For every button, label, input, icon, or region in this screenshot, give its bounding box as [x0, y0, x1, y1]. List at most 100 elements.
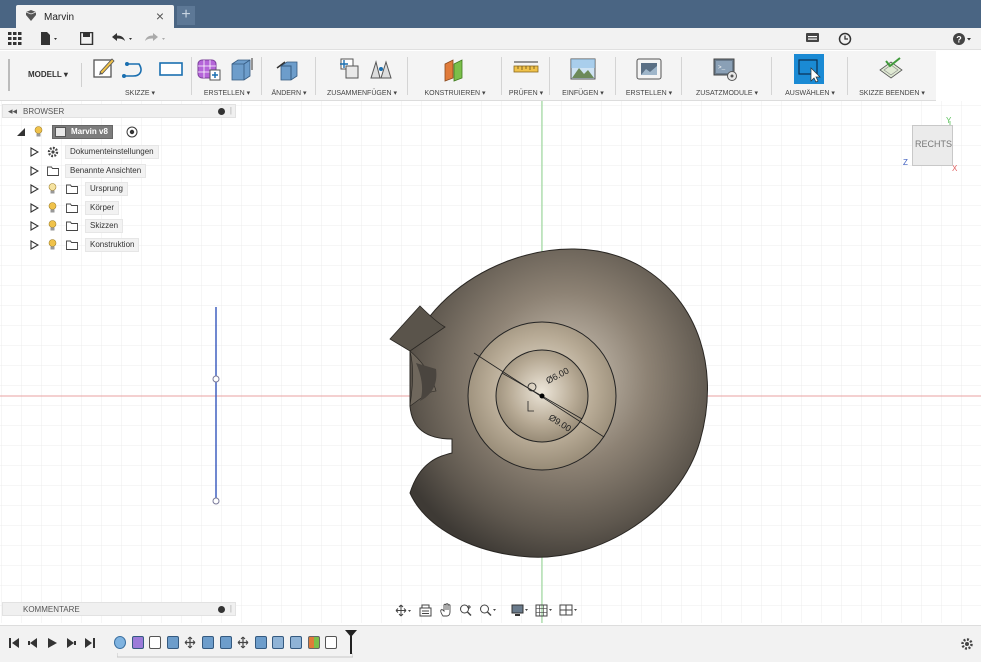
comments-add-icon[interactable] — [218, 606, 225, 613]
timeline-start-icon[interactable] — [8, 637, 20, 649]
lightbulb-icon[interactable] — [48, 183, 57, 195]
display-settings-icon[interactable] — [511, 604, 531, 617]
collapse-browser-icon[interactable]: ◂◂ — [8, 106, 17, 117]
render-icon[interactable] — [636, 56, 662, 82]
create-sketch-icon[interactable] — [92, 56, 116, 80]
timeline-feature-revolve-icon[interactable] — [290, 636, 302, 649]
ribbon-grip[interactable] — [8, 59, 10, 91]
save-icon[interactable] — [80, 32, 94, 45]
browser-header[interactable]: ◂◂ BROWSER | — [2, 104, 236, 118]
job-status-icon[interactable] — [806, 33, 820, 45]
timeline-feature-move-icon[interactable] — [184, 636, 196, 649]
browser-item-label[interactable]: Skizzen — [85, 219, 124, 233]
timeline-feature-extrude-icon[interactable] — [219, 636, 232, 649]
rectangle-sketch-icon[interactable] — [158, 56, 184, 80]
timeline-play-icon[interactable] — [46, 637, 58, 649]
timeline-feature-form-icon[interactable] — [131, 636, 144, 649]
line-sketch-icon[interactable] — [121, 56, 147, 80]
browser-item-label[interactable]: Dokumenteinstellungen — [65, 145, 159, 159]
insert-image-icon[interactable] — [570, 56, 596, 82]
browser-item[interactable]: Benannte Ansichten — [30, 163, 180, 178]
comments-resize-handle[interactable]: | — [230, 604, 232, 613]
joint-icon[interactable] — [368, 56, 394, 82]
group-finish-sketch[interactable]: SKIZZE BEENDEN ▾ — [848, 51, 936, 101]
zoom-icon[interactable] — [459, 603, 473, 617]
timeline-marker[interactable] — [344, 629, 358, 655]
timeline-feature-plane-icon[interactable] — [307, 636, 320, 649]
group-create[interactable]: ERSTELLEN ▾ — [192, 51, 262, 101]
browser-item[interactable]: Skizzen — [30, 219, 180, 233]
browser-item[interactable]: Körper — [30, 200, 180, 215]
lightbulb-icon[interactable] — [34, 126, 43, 138]
group-modify[interactable]: ÄNDERN ▾ — [262, 51, 316, 101]
timeline-feature-move-icon[interactable] — [237, 636, 249, 649]
browser-item-label[interactable]: Körper — [85, 200, 120, 215]
expand-arrow-icon[interactable] — [30, 202, 39, 213]
timeline-feature-sketch-icon[interactable] — [149, 636, 162, 649]
activate-radio-icon[interactable] — [126, 126, 138, 138]
apps-grid-icon[interactable] — [8, 32, 22, 45]
document-tab[interactable]: Marvin × — [16, 5, 174, 28]
group-addins[interactable]: >_ ZUSATZMODULE ▾ — [682, 51, 772, 101]
expand-arrow-icon[interactable] — [30, 221, 39, 231]
expand-arrow-icon[interactable] — [30, 239, 39, 250]
group-select[interactable]: AUSWÄHLEN ▾ — [772, 51, 848, 101]
group-construct[interactable]: KONSTRUIEREN ▾ — [408, 51, 502, 101]
new-tab-button[interactable]: + — [177, 6, 195, 25]
browser-item[interactable]: Ursprung — [30, 182, 180, 196]
timeline-settings-icon[interactable] — [960, 637, 974, 651]
clock-icon[interactable] — [838, 32, 852, 46]
browser-item-label[interactable]: Konstruktion — [85, 237, 140, 252]
timeline-end-icon[interactable] — [84, 637, 96, 649]
group-assemble[interactable]: ZUSAMMENFÜGEN ▾ — [316, 51, 408, 101]
group-insert[interactable]: EINFÜGEN ▾ — [550, 51, 616, 101]
sketch-point[interactable] — [212, 375, 220, 383]
timeline-feature-extrude-icon[interactable] — [166, 636, 179, 649]
file-icon[interactable] — [40, 32, 60, 45]
scripts-addins-icon[interactable]: >_ — [712, 56, 738, 82]
measure-icon[interactable] — [513, 56, 539, 82]
press-pull-icon[interactable] — [275, 56, 301, 82]
expand-arrow-icon[interactable] — [30, 165, 39, 176]
lightbulb-icon[interactable] — [48, 220, 57, 232]
timeline-feature-sketch-icon[interactable] — [325, 636, 338, 649]
browser-item[interactable]: Dokumenteinstellungen — [30, 145, 180, 159]
browser-item-label[interactable]: Ursprung — [85, 182, 128, 196]
timeline-feature-circle-icon[interactable] — [114, 636, 126, 649]
workspace-selector[interactable]: MODELL ▾ — [20, 63, 82, 87]
lightbulb-icon[interactable] — [48, 201, 57, 214]
view-cube[interactable]: RECHTS — [912, 125, 953, 166]
look-at-icon[interactable] — [419, 604, 433, 617]
browser-root[interactable]: Marvin v8 — [16, 125, 156, 139]
select-icon[interactable] — [794, 54, 824, 84]
finish-sketch-icon[interactable] — [878, 56, 904, 82]
center-point[interactable] — [539, 393, 545, 399]
timeline-feature-extrude-icon[interactable] — [254, 636, 267, 649]
close-tab-icon[interactable]: × — [156, 8, 164, 24]
viewports-icon[interactable] — [559, 604, 581, 617]
expand-triangle-icon[interactable] — [16, 127, 26, 137]
redo-icon[interactable] — [144, 33, 170, 45]
timeline-prev-icon[interactable] — [27, 637, 39, 649]
expand-arrow-icon[interactable] — [30, 147, 39, 157]
form-create-icon[interactable] — [196, 56, 222, 82]
browser-item[interactable]: Konstruktion — [30, 237, 180, 252]
extrude-icon[interactable] — [228, 56, 254, 82]
3d-viewport[interactable]: Ø6.00 Ø9.00 Y Z X — [0, 101, 981, 623]
new-component-icon[interactable] — [338, 56, 362, 82]
group-make[interactable]: ERSTELLEN ▾ — [616, 51, 682, 101]
group-inspect[interactable]: PRÜFEN ▾ — [502, 51, 550, 101]
timeline-feature-revolve-icon[interactable] — [272, 636, 285, 649]
browser-item-label[interactable]: Benannte Ansichten — [65, 163, 147, 178]
help-icon[interactable]: ? — [952, 32, 974, 46]
grid-settings-icon[interactable] — [535, 604, 555, 617]
orbit-move-icon[interactable] — [395, 604, 413, 617]
comments-panel[interactable]: KOMMENTARE | — [2, 602, 236, 616]
expand-arrow-icon[interactable] — [30, 184, 39, 194]
pan-hand-icon[interactable] — [439, 603, 453, 617]
timeline-feature-extrude-icon[interactable] — [202, 636, 214, 649]
canvas[interactable]: Ø6.00 Ø9.00 Y Z X — [0, 101, 981, 623]
lightbulb-icon[interactable] — [48, 238, 57, 251]
offset-plane-icon[interactable] — [442, 56, 468, 82]
zoom-window-icon[interactable] — [479, 603, 499, 617]
